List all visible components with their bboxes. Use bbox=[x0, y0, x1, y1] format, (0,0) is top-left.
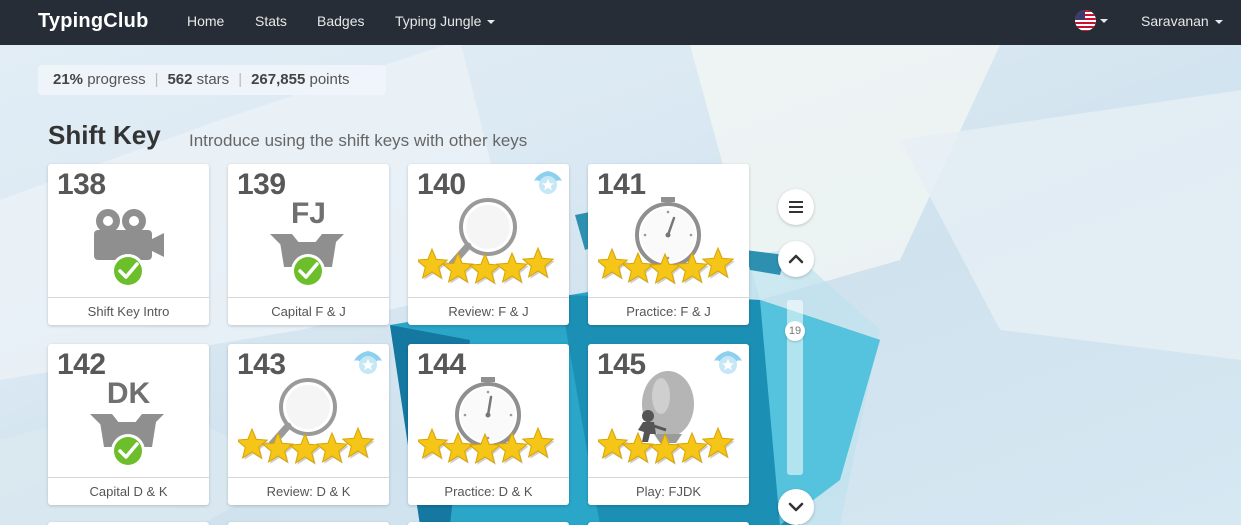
chevron-down-icon bbox=[1214, 20, 1223, 25]
top-navbar: TypingClub Home Stats Badges Typing Jung… bbox=[0, 0, 1241, 45]
language-chevron-down-icon[interactable] bbox=[1100, 19, 1108, 23]
star-rating bbox=[598, 247, 735, 285]
us-flag-icon[interactable] bbox=[1075, 10, 1096, 31]
lesson-label: Review: F & J bbox=[408, 297, 569, 325]
lesson-card-144[interactable]: 144 Practice: D & K bbox=[408, 344, 569, 505]
lesson-card-142[interactable]: 142 DK Capital D & K bbox=[48, 344, 209, 505]
section-description: Introduce using the shift keys with othe… bbox=[189, 131, 528, 150]
user-menu[interactable]: Saravanan bbox=[1141, 13, 1223, 29]
nav-home[interactable]: Home bbox=[187, 13, 224, 29]
brand-logo[interactable]: TypingClub bbox=[38, 10, 149, 33]
badge-icon bbox=[534, 171, 562, 194]
nav-typing-jungle-label: Typing Jungle bbox=[395, 13, 482, 29]
badge-icon bbox=[354, 351, 382, 374]
progress-percent-label: progress bbox=[87, 71, 146, 88]
star-rating bbox=[418, 247, 555, 285]
lesson-label: Shift Key Intro bbox=[48, 297, 209, 325]
scroll-handle[interactable]: 19 bbox=[785, 321, 805, 341]
lesson-label: Capital D & K bbox=[48, 477, 209, 505]
section-title: Shift Key bbox=[48, 120, 161, 150]
nav-typing-jungle[interactable]: Typing Jungle bbox=[395, 13, 496, 29]
stars-label: stars bbox=[196, 71, 230, 88]
badge-icon bbox=[714, 351, 742, 374]
lesson-card-145[interactable]: 145 Play: FJDK bbox=[588, 344, 749, 505]
lesson-label: Play: FJDK bbox=[588, 477, 749, 505]
stars-count: 562 bbox=[167, 71, 193, 88]
lesson-card-141[interactable]: 141 Practice: F & J bbox=[588, 164, 749, 325]
lesson-label: Practice: F & J bbox=[588, 297, 749, 325]
lesson-card-143[interactable]: 143 Review: D & K bbox=[228, 344, 389, 505]
scroll-down-button[interactable] bbox=[778, 489, 814, 525]
chevron-down-icon bbox=[487, 20, 496, 25]
star-rating bbox=[238, 427, 375, 465]
nav-badges[interactable]: Badges bbox=[317, 13, 364, 29]
points-label: points bbox=[309, 71, 350, 88]
menu-button[interactable] bbox=[778, 189, 814, 225]
hamburger-icon bbox=[789, 201, 803, 213]
lesson-label: Practice: D & K bbox=[408, 477, 569, 505]
scroll-up-button[interactable] bbox=[778, 241, 814, 277]
chevron-up-icon bbox=[788, 254, 804, 264]
star-rating bbox=[598, 427, 735, 465]
chevron-down-icon bbox=[788, 502, 804, 512]
star-rating bbox=[418, 427, 555, 465]
nav-stats[interactable]: Stats bbox=[255, 13, 287, 29]
lesson-card-140[interactable]: 140 Review: F & J bbox=[408, 164, 569, 325]
points-count: 267,855 bbox=[251, 71, 306, 88]
lesson-card-138[interactable]: 138 Shift Key Intro bbox=[48, 164, 209, 325]
lesson-label: Capital F & J bbox=[228, 297, 389, 325]
user-name: Saravanan bbox=[1141, 13, 1209, 29]
progress-percent: 21% bbox=[53, 71, 84, 88]
progress-summary: 21% progress | 562 stars | 267,855 points bbox=[38, 65, 386, 95]
lesson-label: Review: D & K bbox=[228, 477, 389, 505]
lesson-card-139[interactable]: 139 FJ Capital F & J bbox=[228, 164, 389, 325]
